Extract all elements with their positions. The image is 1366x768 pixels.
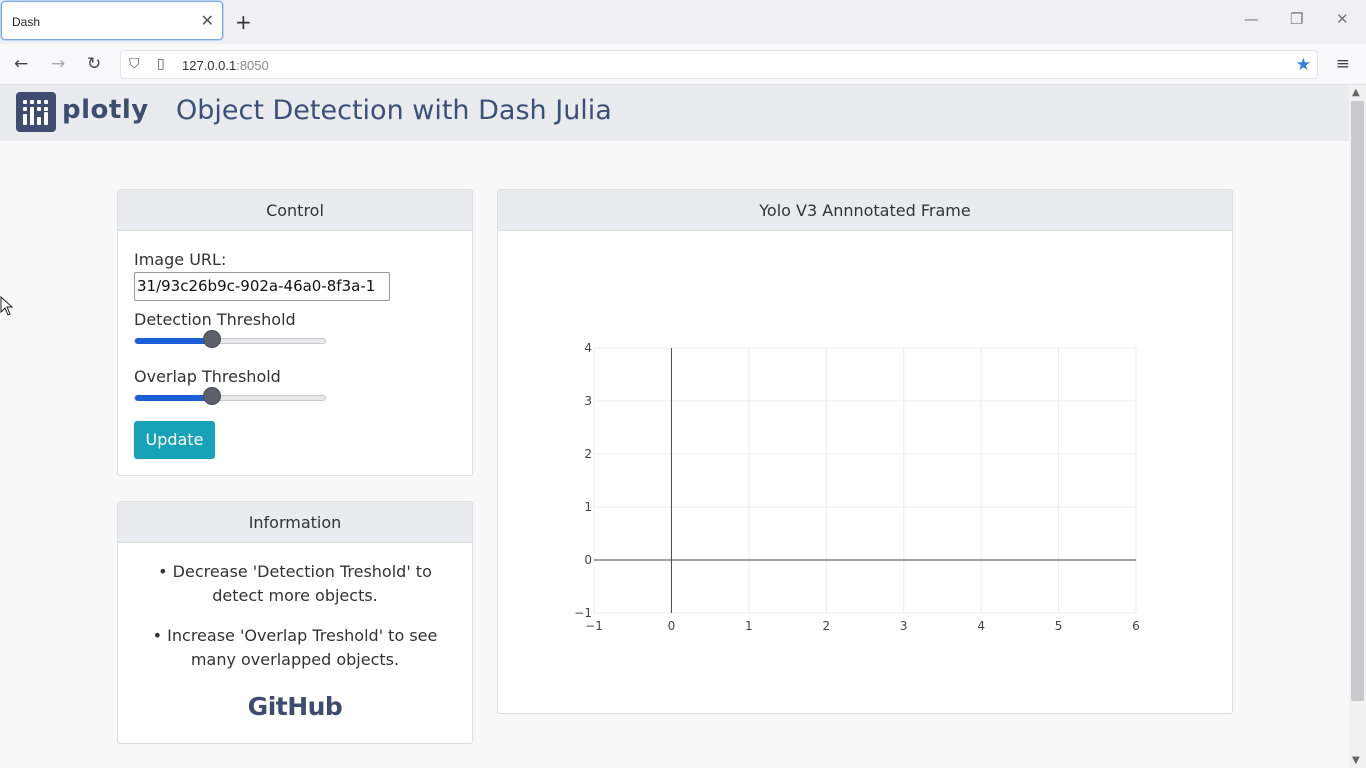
plotly-logo-text: plotly bbox=[62, 95, 149, 125]
y-tick-label: 1 bbox=[584, 500, 592, 514]
update-button[interactable]: Update bbox=[134, 421, 215, 459]
image-url-label: Image URL: bbox=[134, 250, 227, 269]
tab-title: Dash bbox=[12, 15, 41, 29]
y-tick-label: −1 bbox=[574, 606, 592, 620]
annotated-frame-plot[interactable]: −1 0 1 2 3 4 5 6 −1 0 1 2 3 4 bbox=[498, 232, 1232, 714]
app-header: plotly Object Detection with Dash Julia bbox=[0, 85, 1349, 141]
x-tick-label: 3 bbox=[900, 619, 908, 633]
page-scrollbar[interactable]: ▲ ▼ bbox=[1349, 85, 1366, 768]
plot-card-header: Yolo V3 Annnotated Frame bbox=[498, 190, 1232, 231]
page-viewport: plotly Object Detection with Dash Julia … bbox=[0, 85, 1349, 768]
minimize-icon[interactable]: — bbox=[1244, 10, 1259, 28]
plotly-logo-icon bbox=[16, 92, 56, 132]
page-title: Object Detection with Dash Julia bbox=[176, 95, 612, 126]
browser-navbar: ← → ↻ ⛉ ▯ 127.0.0.1:8050 ★ ≡ bbox=[0, 44, 1366, 85]
control-card-header: Control bbox=[118, 190, 472, 231]
image-url-input[interactable]: 31/93c26b9c-902a-46a0-8f3a-1 bbox=[134, 272, 390, 301]
url-text: 127.0.0.1:8050 bbox=[182, 58, 269, 73]
hamburger-menu-icon[interactable]: ≡ bbox=[1336, 54, 1350, 74]
plot-card: Yolo V3 Annnotated Frame −1 0 1 2 3 4 5 6 −1 0 1 2 3… bbox=[497, 189, 1233, 714]
shield-icon[interactable]: ⛉ bbox=[129, 56, 140, 72]
detection-slider-handle[interactable] bbox=[202, 330, 221, 348]
x-tick-label: 4 bbox=[977, 619, 985, 633]
overlap-slider-fill bbox=[135, 395, 212, 401]
scroll-down-icon[interactable]: ▼ bbox=[1352, 755, 1360, 766]
reload-icon[interactable]: ↻ bbox=[87, 54, 101, 74]
y-tick-label: 2 bbox=[584, 447, 592, 461]
y-tick-label: 3 bbox=[584, 394, 592, 408]
browser-tab[interactable]: Dash ✕ bbox=[1, 1, 223, 40]
bookmark-star-icon[interactable]: ★ bbox=[1296, 55, 1311, 75]
mouse-cursor-icon bbox=[0, 296, 14, 316]
overlap-threshold-slider[interactable] bbox=[134, 387, 326, 405]
forward-icon[interactable]: → bbox=[51, 54, 65, 74]
information-card-header: Information bbox=[118, 502, 472, 543]
y-tick-label: 0 bbox=[584, 553, 592, 567]
information-card: Information • Decrease 'Detection Tresho… bbox=[117, 501, 473, 744]
page-info-icon[interactable]: ▯ bbox=[157, 56, 165, 72]
detection-threshold-label: Detection Threshold bbox=[134, 310, 296, 329]
new-tab-icon[interactable]: + bbox=[235, 10, 252, 34]
x-tick-label: 2 bbox=[822, 619, 830, 633]
overlap-threshold-label: Overlap Threshold bbox=[134, 367, 281, 386]
scroll-up-icon[interactable]: ▲ bbox=[1352, 87, 1360, 98]
x-tick-label: 5 bbox=[1055, 619, 1063, 633]
x-tick-label: 0 bbox=[668, 619, 676, 633]
address-bar[interactable]: ⛉ ▯ 127.0.0.1:8050 ★ bbox=[120, 50, 1318, 79]
github-link[interactable]: GitHub bbox=[118, 692, 472, 721]
detection-slider-fill bbox=[135, 338, 212, 344]
scrollbar-thumb[interactable] bbox=[1351, 101, 1364, 701]
overlap-slider-handle[interactable] bbox=[202, 387, 221, 405]
y-tick-label: 4 bbox=[584, 341, 592, 355]
x-tick-label: 1 bbox=[745, 619, 753, 633]
info-item-overlap: • Increase 'Overlap Treshold' to see man… bbox=[152, 626, 438, 669]
info-item-detection: • Decrease 'Detection Treshold' to detec… bbox=[158, 562, 432, 605]
back-icon[interactable]: ← bbox=[14, 54, 28, 74]
x-tick-label: 6 bbox=[1132, 619, 1140, 633]
close-window-icon[interactable]: ✕ bbox=[1336, 10, 1349, 28]
x-tick-label: −1 bbox=[585, 619, 603, 633]
detection-threshold-slider[interactable] bbox=[134, 330, 326, 348]
close-tab-icon[interactable]: ✕ bbox=[201, 11, 214, 30]
control-card: Control Image URL: 31/93c26b9c-902a-46a0… bbox=[117, 189, 473, 476]
browser-tabbar: Dash ✕ + — ❐ ✕ bbox=[0, 0, 1366, 44]
restore-icon[interactable]: ❐ bbox=[1290, 10, 1303, 28]
